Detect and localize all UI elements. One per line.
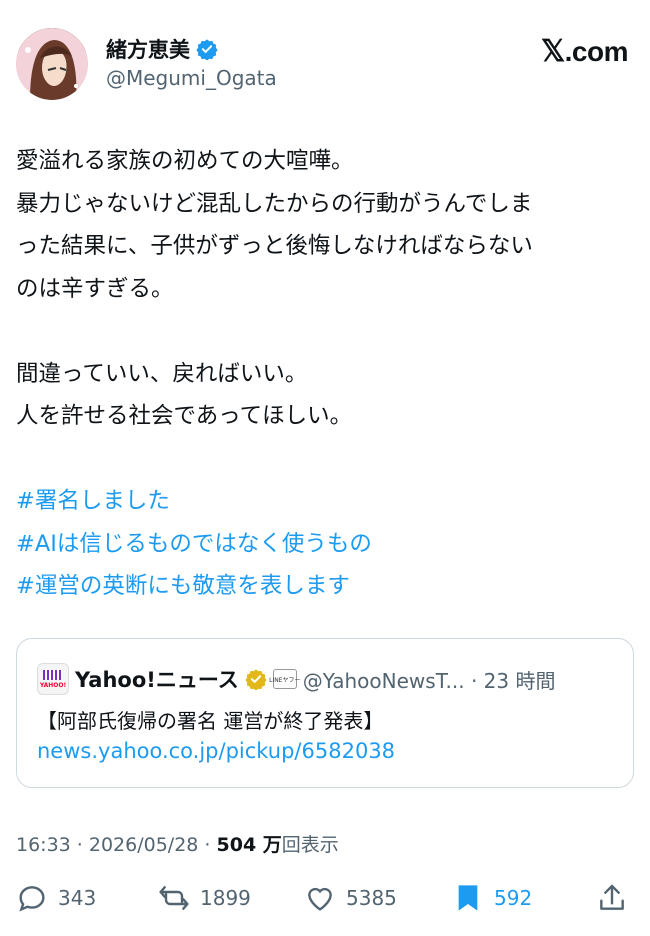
x-logo-icon: 𝕏	[540, 35, 565, 68]
tweet-header: 緒方恵美 @Megumi_Ogata 𝕏.com	[16, 24, 634, 100]
x-logo-text: .com	[564, 36, 629, 67]
author-display-name[interactable]: 緒方恵美	[106, 34, 190, 64]
quoted-tweet-header: YAHOO! Yahoo!ニュース LINEヤフー @YahooNewsT...…	[37, 663, 556, 695]
quoted-handle-time: @YahooNewsT... · 23 時間	[302, 668, 556, 693]
tweet-line: った結果に、子供がずっと後悔しなければならない	[16, 233, 533, 259]
reply-button[interactable]: 343	[16, 882, 96, 914]
tweet-timestamp[interactable]: 16:33 · 2026/05/28 ·	[16, 834, 217, 856]
tweet-line: のは辛すぎる。	[16, 275, 174, 302]
affiliate-badge: LINEヤフー	[269, 669, 300, 689]
quoted-tweet-text: 【阿部氏復帰の署名 運営が終了発表】	[37, 709, 384, 733]
tweet-text: 愛溢れる家族の初めての大喧嘩。 暴力じゃないけど混乱したからの行動がうんでしま …	[16, 140, 636, 608]
gold-verified-badge-icon	[245, 669, 267, 690]
hashtag-link[interactable]: #署名しました	[16, 480, 636, 523]
retweet-count: 1899	[200, 886, 251, 910]
tweet-line: 人を許せる社会であってほしい。	[16, 403, 353, 429]
bookmark-icon	[458, 885, 478, 911]
reply-icon	[19, 886, 45, 912]
tweet-meta: 16:33 · 2026/05/28 · 504 万回表示	[16, 830, 339, 857]
share-icon	[600, 884, 624, 910]
verified-badge-icon	[196, 39, 218, 60]
author-name-row: 緒方恵美	[106, 34, 218, 64]
tweet-line: 愛溢れる家族の初めての大喧嘩。	[16, 148, 354, 174]
view-count-label: 回表示	[281, 834, 339, 856]
yahoo-news-avatar[interactable]: YAHOO!	[37, 663, 69, 695]
quoted-author-name[interactable]: Yahoo!ニュース	[75, 664, 239, 694]
heart-icon	[308, 887, 332, 911]
quoted-tweet-card[interactable]: YAHOO! Yahoo!ニュース LINEヤフー @YahooNewsT...…	[16, 638, 634, 788]
like-button[interactable]: 5385	[304, 882, 397, 914]
quoted-tweet-link[interactable]: news.yahoo.co.jp/pickup/6582038	[37, 739, 395, 763]
retweet-icon	[159, 886, 189, 910]
reply-count: 343	[58, 886, 97, 910]
hashtag-link[interactable]: #運営の英断にも敬意を表します	[16, 565, 636, 608]
author-handle[interactable]: @Megumi_Ogata	[106, 66, 277, 90]
action-bar: 343 1899 5385 592	[16, 876, 634, 920]
x-logo: 𝕏.com	[540, 34, 629, 69]
view-count: 504 万	[216, 834, 282, 856]
like-count: 5385	[346, 886, 397, 910]
tweet-line: 暴力じゃないけど混乱したからの行動がうんでしま	[16, 190, 533, 217]
hashtag-link[interactable]: #AIは信じるものではなく使うもの	[16, 523, 636, 566]
retweet-button[interactable]: 1899	[158, 882, 251, 914]
tweet-line: 間違っていい、戻ればいい。	[16, 360, 308, 387]
bookmark-button[interactable]: 592	[452, 882, 532, 914]
avatar[interactable]	[16, 28, 88, 100]
bookmark-count: 592	[494, 886, 533, 910]
share-button[interactable]	[596, 882, 628, 914]
